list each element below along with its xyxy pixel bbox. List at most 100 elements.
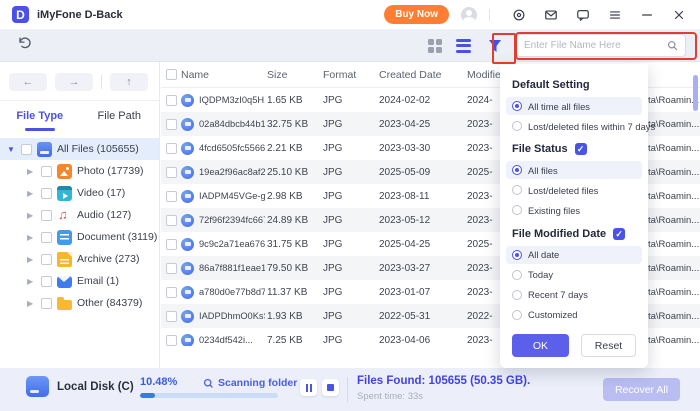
row-checkbox[interactable] bbox=[166, 239, 177, 250]
expand-arrow-icon[interactable]: ▶ bbox=[27, 233, 36, 242]
row-checkbox[interactable] bbox=[166, 287, 177, 298]
collapse-arrow-icon[interactable]: ▼ bbox=[7, 145, 16, 154]
row-checkbox[interactable] bbox=[166, 335, 177, 346]
row-checkbox[interactable] bbox=[166, 263, 177, 274]
option-label: Lost/deleted files within 7 days bbox=[528, 121, 655, 132]
buy-now-button[interactable]: Buy Now bbox=[384, 5, 449, 24]
option-recent-7-days[interactable]: Recent 7 days bbox=[506, 286, 642, 304]
radio-selected-icon[interactable] bbox=[512, 250, 522, 260]
file-status-checkbox[interactable]: ✓ bbox=[575, 143, 587, 155]
video-checkbox[interactable] bbox=[41, 188, 52, 199]
radio-icon[interactable] bbox=[512, 121, 522, 131]
row-checkbox[interactable] bbox=[166, 95, 177, 106]
feedback-icon[interactable] bbox=[575, 7, 590, 22]
other-checkbox[interactable] bbox=[41, 298, 52, 309]
minimize-icon[interactable] bbox=[639, 7, 654, 22]
column-size[interactable]: Size bbox=[265, 69, 323, 81]
option-all-time-all-files[interactable]: All time all files bbox=[506, 97, 642, 115]
tree-item-audio[interactable]: ▶ Audio (127) bbox=[0, 204, 159, 226]
email-icon bbox=[57, 276, 72, 288]
tree-item-photo[interactable]: ▶ Photo (17739) bbox=[0, 160, 159, 182]
radio-icon[interactable] bbox=[512, 290, 522, 300]
select-all-checkbox[interactable] bbox=[166, 69, 177, 80]
tree-label: Email (1) bbox=[77, 275, 119, 287]
tree-item-all-files[interactable]: ▼ All Files (105655) bbox=[0, 138, 159, 160]
file-format: JPG bbox=[323, 263, 375, 274]
file-created-date: 2023-05-12 bbox=[375, 215, 467, 226]
archive-checkbox[interactable] bbox=[41, 254, 52, 265]
expand-arrow-icon[interactable]: ▶ bbox=[27, 167, 36, 176]
pause-scan-button[interactable] bbox=[300, 379, 317, 396]
app-logo-icon: D bbox=[12, 6, 29, 23]
tree-label: Document (3119) bbox=[77, 231, 157, 243]
row-checkbox[interactable] bbox=[166, 311, 177, 322]
option-existing-files[interactable]: Existing files bbox=[506, 201, 642, 219]
document-checkbox[interactable] bbox=[41, 232, 52, 243]
close-icon[interactable] bbox=[671, 7, 686, 22]
file-size: 79.50 KB bbox=[265, 263, 323, 274]
section-title-text: Default Setting bbox=[512, 79, 590, 91]
radio-icon[interactable] bbox=[512, 205, 522, 215]
tree-item-email[interactable]: ▶ Email (1) bbox=[0, 270, 159, 292]
radio-icon[interactable] bbox=[512, 310, 522, 320]
tree-item-document[interactable]: ▶ Document (3119) bbox=[0, 226, 159, 248]
menu-icon[interactable] bbox=[607, 7, 622, 22]
option-lost-deleted-files[interactable]: Lost/deleted files bbox=[506, 181, 642, 199]
tree-item-other[interactable]: ▶ Other (84379) bbox=[0, 292, 159, 314]
jpg-file-icon bbox=[181, 118, 194, 131]
tree-item-video[interactable]: ▶ Video (17) bbox=[0, 182, 159, 204]
column-created-date[interactable]: Created Date bbox=[375, 69, 467, 81]
recover-all-button[interactable]: Recover All bbox=[603, 378, 680, 401]
nav-back-button[interactable]: ← bbox=[9, 73, 47, 91]
expand-arrow-icon[interactable]: ▶ bbox=[27, 299, 36, 308]
file-created-date: 2025-05-09 bbox=[375, 167, 467, 178]
radio-selected-icon[interactable] bbox=[512, 101, 522, 111]
radio-icon[interactable] bbox=[512, 185, 522, 195]
expand-arrow-icon[interactable]: ▶ bbox=[27, 211, 36, 220]
ok-button[interactable]: OK bbox=[512, 334, 569, 357]
file-name: 9c9c2a71ea676d7... bbox=[199, 239, 265, 249]
table-scrollbar[interactable] bbox=[693, 75, 698, 111]
file-type-tree: ▼ All Files (105655) ▶ Photo (17739) ▶ V… bbox=[0, 131, 159, 314]
option-lost-deleted-7-days[interactable]: Lost/deleted files within 7 days bbox=[506, 117, 642, 135]
column-name[interactable]: Name bbox=[181, 69, 209, 81]
tree-item-archive[interactable]: ▶ Archive (273) bbox=[0, 248, 159, 270]
app-title: iMyFone D-Back bbox=[37, 9, 123, 21]
reset-button[interactable]: Reset bbox=[581, 334, 636, 357]
nav-up-button[interactable]: ↑ bbox=[110, 73, 148, 91]
audio-checkbox[interactable] bbox=[41, 210, 52, 221]
column-format[interactable]: Format bbox=[323, 69, 375, 81]
back-icon[interactable] bbox=[16, 35, 32, 56]
mail-icon[interactable] bbox=[543, 7, 558, 22]
disk-label: Local Disk (C) bbox=[57, 381, 134, 393]
option-today[interactable]: Today bbox=[506, 266, 642, 284]
statusbar-divider bbox=[347, 377, 348, 402]
radio-icon[interactable] bbox=[512, 270, 522, 280]
grid-view-icon[interactable] bbox=[428, 39, 442, 53]
jpg-file-icon bbox=[181, 166, 194, 179]
all-files-checkbox[interactable] bbox=[21, 144, 32, 155]
row-checkbox[interactable] bbox=[166, 119, 177, 130]
user-avatar[interactable] bbox=[461, 7, 477, 23]
list-view-icon[interactable] bbox=[456, 39, 471, 53]
file-modified-date-checkbox[interactable]: ✓ bbox=[613, 228, 625, 240]
nav-forward-button[interactable]: → bbox=[55, 73, 93, 91]
expand-arrow-icon[interactable]: ▶ bbox=[27, 255, 36, 264]
row-checkbox[interactable] bbox=[166, 143, 177, 154]
tab-file-path[interactable]: File Path bbox=[80, 110, 160, 131]
stop-scan-button[interactable] bbox=[322, 379, 339, 396]
row-checkbox[interactable] bbox=[166, 215, 177, 226]
option-all-files[interactable]: All files bbox=[506, 161, 642, 179]
file-created-date: 2022-05-31 bbox=[375, 311, 467, 322]
radio-selected-icon[interactable] bbox=[512, 165, 522, 175]
expand-arrow-icon[interactable]: ▶ bbox=[27, 277, 36, 286]
row-checkbox[interactable] bbox=[166, 191, 177, 202]
photo-checkbox[interactable] bbox=[41, 166, 52, 177]
row-checkbox[interactable] bbox=[166, 167, 177, 178]
option-customized[interactable]: Customized bbox=[506, 306, 642, 324]
support-icon[interactable] bbox=[511, 7, 526, 22]
expand-arrow-icon[interactable]: ▶ bbox=[27, 189, 36, 198]
option-all-date[interactable]: All date bbox=[506, 246, 642, 264]
tab-file-type[interactable]: File Type bbox=[0, 110, 80, 131]
email-checkbox[interactable] bbox=[41, 276, 52, 287]
